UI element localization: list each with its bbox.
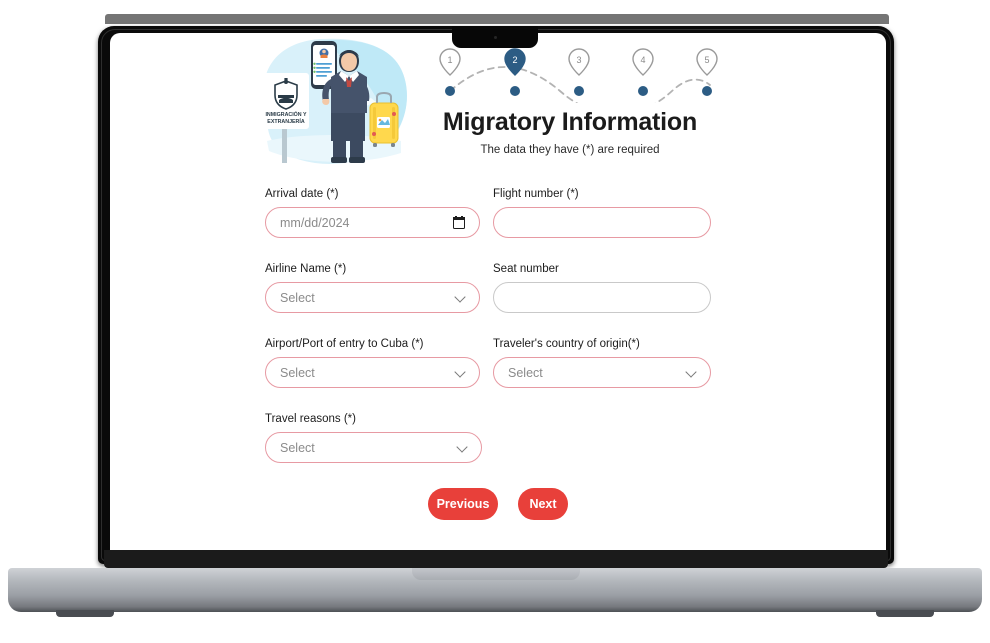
airport-entry-value: Select bbox=[280, 365, 315, 380]
country-origin-select[interactable]: Select bbox=[493, 357, 711, 388]
svg-text:5: 5 bbox=[704, 55, 709, 65]
field-label-arrival-date: Arrival date (*) bbox=[265, 188, 339, 200]
form-row: Airline Name (*) Select Seat number bbox=[110, 263, 886, 338]
field-flight-number: Flight number (*) bbox=[493, 188, 711, 238]
svg-text:2: 2 bbox=[512, 55, 517, 65]
travel-reasons-select[interactable]: Select bbox=[265, 432, 482, 463]
field-label-airport-entry: Airport/Port of entry to Cuba (*) bbox=[265, 338, 424, 350]
airline-name-value: Select bbox=[280, 290, 315, 305]
field-country-origin: Traveler's country of origin(*) Select bbox=[493, 338, 711, 388]
field-arrival-date: Arrival date (*) mm/dd/2024 bbox=[265, 188, 480, 238]
chevron-down-icon[interactable] bbox=[456, 293, 465, 302]
field-label-airline-name: Airline Name (*) bbox=[265, 263, 347, 275]
chevron-down-icon[interactable] bbox=[456, 368, 465, 377]
laptop-foot-left bbox=[56, 610, 114, 617]
svg-text:1: 1 bbox=[447, 55, 452, 65]
heading-block: Migratory Information The data they have… bbox=[260, 108, 880, 156]
svg-text:3: 3 bbox=[576, 55, 581, 65]
field-seat-number: Seat number bbox=[493, 263, 711, 313]
flight-number-input[interactable] bbox=[493, 207, 711, 238]
laptop-screen: INMIGRACIÓN Y EXTRANJERÍA 1 2 3 4 5 Migr… bbox=[110, 33, 886, 550]
svg-text:4: 4 bbox=[640, 55, 645, 65]
laptop-foot-right bbox=[876, 610, 934, 617]
web-page-content: INMIGRACIÓN Y EXTRANJERÍA 1 2 3 4 5 Migr… bbox=[110, 33, 886, 550]
seat-number-input[interactable] bbox=[493, 282, 711, 313]
chevron-down-icon[interactable] bbox=[687, 368, 696, 377]
field-travel-reasons: Travel reasons (*) Select bbox=[265, 413, 482, 463]
travel-reasons-value: Select bbox=[280, 440, 315, 455]
form-actions: Previous Next bbox=[110, 488, 886, 520]
previous-button[interactable]: Previous bbox=[428, 488, 498, 520]
arrival-date-placeholder: mm/dd/2024 bbox=[280, 215, 350, 230]
page-subtitle: The data they have (*) are required bbox=[480, 144, 660, 156]
chevron-down-icon[interactable] bbox=[458, 443, 467, 452]
arrival-date-input[interactable]: mm/dd/2024 bbox=[265, 207, 480, 238]
calendar-icon[interactable] bbox=[453, 216, 465, 229]
laptop-base-notch bbox=[412, 568, 580, 580]
field-airline-name: Airline Name (*) Select bbox=[265, 263, 480, 313]
laptop-chin bbox=[104, 550, 888, 568]
laptop-lid-edge bbox=[105, 14, 889, 24]
field-label-travel-reasons: Travel reasons (*) bbox=[265, 413, 356, 425]
country-origin-value: Select bbox=[508, 365, 543, 380]
next-button[interactable]: Next bbox=[518, 488, 568, 520]
form-row: Travel reasons (*) Select bbox=[110, 413, 886, 488]
camera-dot-icon bbox=[494, 36, 497, 39]
migratory-information-form: Arrival date (*) mm/dd/2024 Flight numbe… bbox=[110, 188, 886, 488]
laptop-mockup: INMIGRACIÓN Y EXTRANJERÍA 1 2 3 4 5 Migr… bbox=[0, 0, 990, 643]
form-row: Airport/Port of entry to Cuba (*) Select… bbox=[110, 338, 886, 413]
field-label-seat-number: Seat number bbox=[493, 263, 559, 275]
progress-stepper: 1 2 3 4 5 bbox=[432, 41, 722, 116]
field-airport-entry: Airport/Port of entry to Cuba (*) Select bbox=[265, 338, 480, 388]
form-row: Arrival date (*) mm/dd/2024 Flight numbe… bbox=[110, 188, 886, 263]
field-label-flight-number: Flight number (*) bbox=[493, 188, 579, 200]
airline-name-select[interactable]: Select bbox=[265, 282, 480, 313]
airport-entry-select[interactable]: Select bbox=[265, 357, 480, 388]
page-title: Migratory Information bbox=[442, 108, 698, 136]
field-label-country-origin: Traveler's country of origin(*) bbox=[493, 338, 640, 350]
